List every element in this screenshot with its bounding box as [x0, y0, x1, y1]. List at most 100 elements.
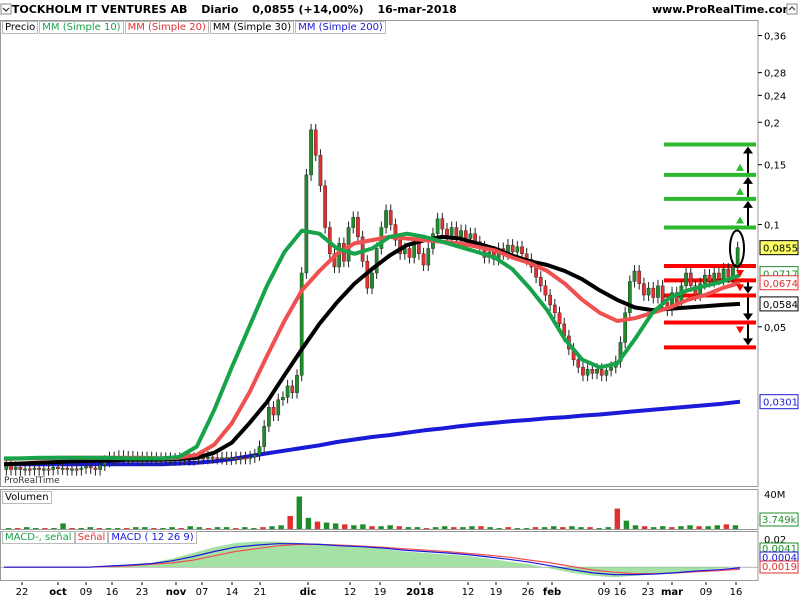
expand-icon[interactable]	[786, 3, 798, 15]
volume-bar	[669, 527, 675, 529]
candle-body	[627, 281, 632, 313]
volume-bar	[369, 526, 375, 529]
signal-legend[interactable]: Señal	[74, 531, 109, 544]
candle-body	[295, 375, 299, 393]
volume-bar	[305, 517, 312, 529]
candle-body	[224, 457, 229, 460]
volume-bar	[723, 524, 730, 529]
candle-body	[426, 248, 431, 266]
volume-bar	[551, 526, 557, 529]
candle-body	[60, 467, 65, 470]
candle-body	[581, 367, 585, 376]
candle-body	[323, 185, 327, 228]
x-tick-label: dic	[300, 587, 317, 598]
candle-body	[468, 233, 473, 239]
x-tick-label: 09	[700, 587, 713, 598]
candle-body	[13, 467, 18, 470]
candle-body	[576, 359, 581, 368]
y-tick-label: 0,24	[764, 91, 786, 102]
volume-bar	[69, 528, 75, 530]
chart-canvas[interactable]: 0,360,280,240,20,150,10,05 0,08550,07170…	[0, 0, 800, 600]
candle-body	[4, 465, 9, 470]
candle-body	[37, 467, 41, 470]
volume-bar	[178, 528, 184, 530]
down-arrow-head	[743, 338, 753, 346]
candle-body	[538, 276, 543, 287]
volume-bar	[232, 528, 239, 530]
candle-body	[88, 466, 93, 469]
y-tick-label: 0,1	[764, 221, 780, 232]
up-arrow-head	[743, 176, 753, 184]
x-tick-label: oct	[49, 587, 67, 598]
candle-body	[215, 457, 220, 460]
x-tick-label: 26	[522, 587, 535, 598]
candle-body	[351, 217, 356, 228]
y-tick-label: 0,28	[764, 69, 786, 80]
volume-bar	[342, 524, 348, 529]
candle-body	[552, 304, 557, 313]
candle-body	[599, 369, 604, 376]
price-label-text: 0,0584	[763, 300, 798, 311]
candle-body	[374, 248, 379, 274]
volume-bar	[360, 524, 366, 529]
volume-bar	[223, 527, 230, 529]
x-axis-labels: 22 oct 09 16 23 nov 07 14 21 dic 12 19 2018 12 19 26 feb…	[16, 582, 742, 598]
collapse-icon[interactable]	[0, 3, 12, 15]
volume-panel-frame	[0, 489, 759, 530]
volume-bar	[23, 527, 30, 529]
volume-bar	[569, 526, 575, 529]
candle-body	[646, 287, 651, 296]
candle-body	[417, 243, 421, 255]
candle-body	[684, 272, 688, 287]
volume-bar	[596, 528, 602, 530]
volume-legend[interactable]: Volumen	[2, 491, 52, 504]
macd-legend: MACD-, señal Señal MACD ( 12 26 9)	[2, 531, 197, 544]
candle-body	[74, 468, 79, 471]
price-label-text: 0,0674	[763, 279, 798, 290]
candle-body	[229, 457, 234, 460]
candle-body	[370, 272, 374, 289]
volume-bar	[14, 528, 21, 530]
volume-bar	[78, 528, 84, 530]
x-tick-label: 12	[344, 587, 357, 598]
volume-bar	[432, 527, 439, 529]
volume-bar	[714, 525, 721, 529]
candle-body	[257, 446, 262, 456]
volume-bar	[705, 526, 711, 529]
volume-bar	[269, 526, 275, 529]
candle-body	[543, 285, 548, 296]
candle-body	[449, 227, 454, 236]
macd-signal-legend[interactable]: MACD-, señal	[2, 531, 75, 544]
candle-body	[98, 464, 102, 470]
candle-body	[412, 243, 417, 258]
x-tick-label: 16	[614, 587, 627, 598]
volume-bar	[169, 527, 175, 529]
volume-bar	[641, 526, 648, 529]
volume-bar	[187, 526, 193, 529]
candles-group	[4, 123, 740, 476]
volume-bar	[33, 528, 39, 530]
candle-body	[276, 399, 281, 416]
candle-body	[32, 467, 37, 470]
candle-body	[70, 468, 74, 471]
candle-body	[637, 270, 642, 284]
candle-body	[632, 270, 637, 282]
red-marker	[736, 284, 744, 292]
volume-bar	[496, 528, 502, 530]
macd-legend-label[interactable]: MACD ( 12 26 9)	[108, 531, 197, 544]
volume-bar	[114, 528, 121, 530]
x-tick-label: 22	[16, 587, 29, 598]
volume-bar	[678, 526, 684, 529]
volume-bar	[133, 527, 139, 529]
candle-body	[220, 457, 224, 460]
candle-body	[46, 468, 51, 471]
price-label-text: 0,0301	[763, 398, 798, 409]
x-tick-label: 2018	[406, 587, 434, 598]
candle-body	[93, 467, 98, 470]
candle-body	[18, 467, 23, 470]
down-arrow-head	[743, 313, 753, 321]
volume-bar	[87, 527, 94, 529]
candle-body	[210, 456, 215, 459]
volume-bar	[387, 525, 393, 529]
volume-bar	[396, 526, 402, 529]
